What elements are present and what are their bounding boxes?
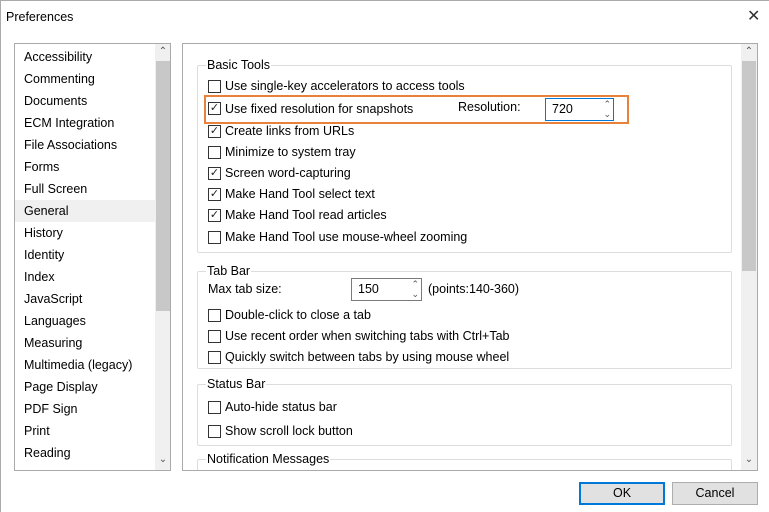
close-icon[interactable]: ✕ <box>747 6 760 26</box>
basic-tools-group: Basic Tools Use single-key accelerators … <box>197 58 732 253</box>
checkbox-label: Screen word-capturing <box>225 166 351 180</box>
checkbox-option[interactable]: Minimize to system tray <box>208 143 356 161</box>
list-scrollbar[interactable]: ⌃ ⌄ <box>155 44 170 470</box>
scroll-down-icon[interactable]: ⌄ <box>155 454 170 465</box>
group-title: Tab Bar <box>206 264 252 278</box>
panel-scrollbar[interactable]: ⌃ ⌄ <box>741 44 757 470</box>
checkbox-option[interactable]: ✓ Screen word-capturing <box>208 164 351 182</box>
max-tab-label: Max tab size: <box>208 282 282 296</box>
checkbox-option[interactable]: Show scroll lock button <box>208 422 353 440</box>
sidebar-item[interactable]: Identity <box>24 244 64 266</box>
checkbox[interactable] <box>208 145 221 159</box>
checkbox-option[interactable]: Use single-key accelerators to access to… <box>208 77 465 95</box>
cancel-button[interactable]: Cancel <box>672 482 758 505</box>
checkbox[interactable] <box>208 308 221 322</box>
scroll-thumb[interactable] <box>156 61 170 311</box>
max-tab-value: 150 <box>358 282 379 296</box>
checkbox-label: Make Hand Tool select text <box>225 187 375 201</box>
sidebar-item[interactable]: Accessibility <box>24 46 92 68</box>
checkbox-option[interactable]: Auto-hide status bar <box>208 398 337 416</box>
range-hint: (points:140-360) <box>428 282 520 296</box>
status-bar-group: Status Bar Auto-hide status bar Show scro… <box>197 377 732 446</box>
sidebar-item[interactable]: JavaScript <box>24 288 82 310</box>
scroll-thumb[interactable] <box>742 61 756 271</box>
checkbox-option[interactable]: ✓ Make Hand Tool read articles <box>208 206 387 224</box>
scroll-up-icon[interactable]: ⌃ <box>741 46 757 57</box>
category-list[interactable]: Accessibility Commenting Documents ECM Inte… <box>14 43 171 471</box>
sidebar-item[interactable]: Full Screen <box>24 178 87 200</box>
sidebar-item[interactable]: Measuring <box>24 332 82 354</box>
scroll-down-icon[interactable]: ⌄ <box>741 454 757 465</box>
sidebar-item[interactable]: Print <box>24 420 50 442</box>
spin-down-icon[interactable]: ⌄ <box>411 289 419 299</box>
checkbox[interactable] <box>208 230 221 244</box>
sidebar-item[interactable]: General <box>15 200 155 222</box>
group-title: Status Bar <box>206 377 267 391</box>
checkbox[interactable]: ✓ <box>208 166 221 180</box>
sidebar-item[interactable]: Documents <box>24 90 87 112</box>
checkbox[interactable]: ✓ <box>208 208 221 222</box>
checkbox-option[interactable]: Double-click to close a tab <box>208 306 371 324</box>
checkbox[interactable] <box>208 350 221 364</box>
highlight-box <box>204 95 629 124</box>
checkbox-label: Use recent order when switching tabs wit… <box>225 329 510 343</box>
sidebar-item[interactable]: ECM Integration <box>24 112 114 134</box>
checkbox-label: Auto-hide status bar <box>225 400 337 414</box>
checkbox-label: Make Hand Tool use mouse-wheel zooming <box>225 230 468 244</box>
spin-up-icon[interactable]: ⌃ <box>411 279 419 289</box>
checkbox-option[interactable]: ✓ Make Hand Tool select text <box>208 185 375 203</box>
checkbox-label: Double-click to close a tab <box>225 308 371 322</box>
checkbox-option[interactable]: Use recent order when switching tabs wit… <box>208 327 510 345</box>
checkbox[interactable]: ✓ <box>208 124 221 138</box>
sidebar-item[interactable]: PDF Sign <box>24 398 78 420</box>
sidebar-item[interactable]: Index <box>24 266 55 288</box>
checkbox-label: Show scroll lock button <box>225 424 353 438</box>
checkbox-label: Use single-key accelerators to access to… <box>225 79 465 93</box>
group-title: Basic Tools <box>206 58 271 72</box>
window-title: Preferences <box>6 10 74 24</box>
scroll-up-icon[interactable]: ⌃ <box>155 46 170 57</box>
sidebar-item[interactable]: History <box>24 222 63 244</box>
ok-button[interactable]: OK <box>579 482 665 505</box>
sidebar-item[interactable]: Page Display <box>24 376 98 398</box>
checkbox-option[interactable]: Make Hand Tool use mouse-wheel zooming <box>208 228 467 246</box>
sidebar-item[interactable]: Languages <box>24 310 86 332</box>
checkbox[interactable]: ✓ <box>208 187 221 201</box>
checkbox-option[interactable]: Quickly switch between tabs by using mou… <box>208 348 509 366</box>
notification-group: Notification Messages <box>197 452 732 470</box>
group-title: Notification Messages <box>206 452 331 466</box>
checkbox-label: Quickly switch between tabs by using mou… <box>225 350 510 364</box>
sidebar-item[interactable]: File Associations <box>24 134 117 156</box>
checkbox-label: Minimize to system tray <box>225 145 356 159</box>
sidebar-item[interactable]: Commenting <box>24 68 95 90</box>
tab-bar-group: Tab Bar Max tab size: 150 ⌃ ⌄ (points:140… <box>197 264 732 369</box>
checkbox[interactable] <box>208 424 221 438</box>
max-tab-spinner[interactable]: 150 ⌃ ⌄ <box>351 278 422 301</box>
sidebar-item[interactable]: Forms <box>24 156 59 178</box>
checkbox[interactable] <box>208 329 221 343</box>
checkbox-label: Create links from URLs <box>225 124 355 138</box>
sidebar-item[interactable]: Reading <box>24 442 71 464</box>
sidebar-item[interactable]: Multimedia (legacy) <box>24 354 132 376</box>
checkbox[interactable] <box>208 400 221 414</box>
checkbox-label: Make Hand Tool read articles <box>225 208 387 222</box>
checkbox[interactable] <box>208 79 221 93</box>
checkbox-option[interactable]: ✓ Create links from URLs <box>208 122 354 140</box>
